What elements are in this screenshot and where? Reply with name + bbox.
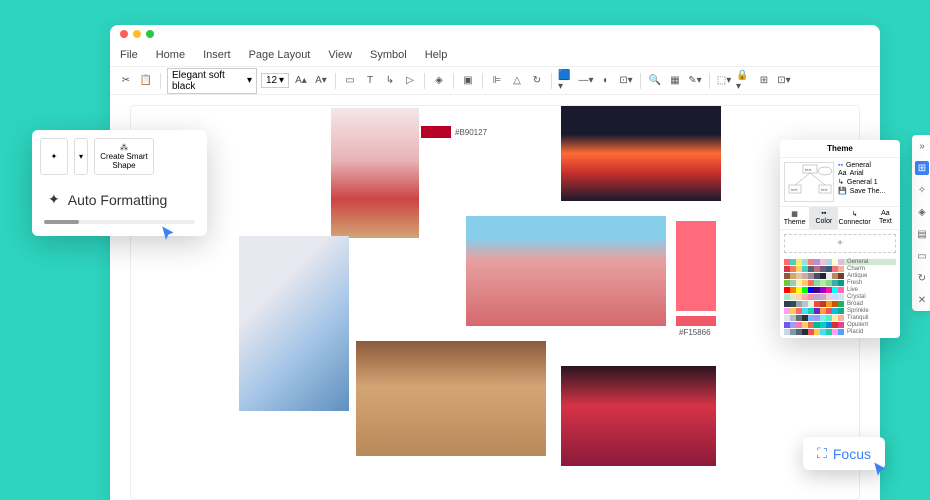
min-dot[interactable]: [133, 30, 141, 38]
align-icon[interactable]: ⊫: [489, 73, 505, 89]
create-smart-shape-button[interactable]: ⁂Create Smart Shape: [94, 138, 154, 175]
outline-icon[interactable]: ▭: [915, 249, 929, 263]
expand-icon[interactable]: »: [915, 139, 929, 153]
font-select[interactable]: Elegant soft black▾: [167, 68, 257, 94]
palette-fresh[interactable]: Fresh: [784, 280, 896, 286]
shuffle-icon[interactable]: ✕: [915, 293, 929, 307]
copy-icon[interactable]: 📋: [138, 73, 154, 89]
side-toolbar: » ⊞ ✧ ◈ ▤ ▭ ↻ ✕: [912, 135, 930, 311]
palette-antique[interactable]: Antique: [784, 273, 896, 279]
svg-text:text: text: [791, 187, 798, 192]
palette-crystal[interactable]: Crystal: [784, 294, 896, 300]
cursor-icon: [160, 225, 178, 248]
menu-symbol[interactable]: Symbol: [370, 49, 407, 61]
menu-view[interactable]: View: [328, 49, 352, 61]
svg-text:text: text: [821, 187, 828, 192]
page-icon[interactable]: ▤: [915, 227, 929, 241]
app-window: File Home Insert Page Layout View Symbol…: [110, 25, 880, 500]
line-icon[interactable]: —▾: [578, 73, 594, 89]
text-tool-icon[interactable]: T: [362, 73, 378, 89]
toolbar: ✂ 📋 Elegant soft black▾ 12▾ A▴ A▾ ▭ T ↳ …: [110, 67, 880, 95]
svg-text:text: text: [805, 167, 812, 172]
pen-icon[interactable]: ✎▾: [687, 73, 703, 89]
canvas-image[interactable]: [331, 108, 419, 238]
theme-opt-save[interactable]: 💾Save The...: [838, 187, 896, 195]
focus-label: Focus: [833, 446, 871, 462]
dropdown-button[interactable]: ▾: [74, 138, 88, 175]
tab-color[interactable]: ▪▪Color: [809, 207, 838, 229]
palette-charm[interactable]: Charm: [784, 266, 896, 272]
color-swatch-label: #F15866: [679, 328, 711, 337]
menu-file[interactable]: File: [120, 49, 138, 61]
layers2-icon[interactable]: ◈: [915, 205, 929, 219]
format-slider[interactable]: [44, 220, 195, 224]
layers-icon[interactable]: ◈: [431, 73, 447, 89]
theme-opt-general[interactable]: ▪▪General: [838, 162, 896, 169]
palette-broad[interactable]: Broad: [784, 301, 896, 307]
tab-theme[interactable]: ▦Theme: [780, 207, 809, 229]
theme-opt-general1[interactable]: ↳General 1: [838, 178, 896, 186]
format-popup: ✦ ▾ ⁂Create Smart Shape ✦ Auto Formattin…: [32, 130, 207, 236]
palette-tranquil[interactable]: Tranquil: [784, 315, 896, 321]
lock-icon[interactable]: 🔒▾: [736, 73, 752, 89]
focus-icon: ⛶: [817, 445, 827, 462]
tab-text[interactable]: AaText: [871, 207, 900, 229]
palette-list: GeneralCharmAntiqueFreshLiveCrystalBroad…: [780, 257, 900, 338]
sparkle-icon: ✦: [48, 191, 60, 208]
fit-icon[interactable]: ▦: [667, 73, 683, 89]
brush-icon[interactable]: ✧: [915, 183, 929, 197]
canvas-image[interactable]: [561, 106, 721, 201]
theme-panel: Theme text text text ▪▪General AaArial ↳Ge…: [780, 140, 900, 338]
palette-live[interactable]: Live: [784, 287, 896, 293]
opacity-icon[interactable]: ◐: [598, 73, 614, 89]
flip-icon[interactable]: △: [509, 73, 525, 89]
auto-format-label: Auto Formatting: [68, 192, 168, 208]
size-select[interactable]: 12▾: [261, 73, 289, 88]
cursor-icon: [872, 461, 890, 484]
palette-placid[interactable]: Placid: [784, 329, 896, 335]
menu-insert[interactable]: Insert: [203, 49, 231, 61]
zoom-icon[interactable]: 🔍: [647, 73, 663, 89]
max-dot[interactable]: [146, 30, 154, 38]
grid-icon[interactable]: ⊞: [915, 161, 929, 175]
palette-opulent[interactable]: Opulent: [784, 322, 896, 328]
canvas-image[interactable]: [356, 341, 546, 456]
crop-icon[interactable]: ⊡▾: [618, 73, 634, 89]
connector-icon[interactable]: ↳: [382, 73, 398, 89]
color-swatch[interactable]: #B90127: [421, 126, 487, 138]
rect-tool-icon[interactable]: ▭: [342, 73, 358, 89]
canvas[interactable]: #B90127 #F15866: [130, 105, 860, 500]
auto-format-row[interactable]: ✦ Auto Formatting: [40, 183, 199, 216]
cut-icon[interactable]: ✂: [118, 73, 134, 89]
titlebar: [110, 25, 880, 43]
palette-sprinkle[interactable]: Sprinkle: [784, 308, 896, 314]
image-icon[interactable]: ▣: [460, 73, 476, 89]
pointer-icon[interactable]: ▷: [402, 73, 418, 89]
palette-general[interactable]: General: [784, 259, 896, 265]
sparkle-button[interactable]: ✦: [40, 138, 68, 175]
theme-opt-arial[interactable]: AaArial: [838, 170, 896, 177]
close-dot[interactable]: [120, 30, 128, 38]
more-icon[interactable]: ⊡▾: [776, 73, 792, 89]
size-up-icon[interactable]: A▴: [293, 73, 309, 89]
canvas-image[interactable]: [239, 236, 349, 411]
style-icon[interactable]: ⬚▾: [716, 73, 732, 89]
add-palette-button[interactable]: +: [784, 234, 896, 253]
canvas-image[interactable]: [561, 366, 716, 466]
group-icon[interactable]: ⊞: [756, 73, 772, 89]
rotate-icon[interactable]: ↻: [529, 73, 545, 89]
canvas-image[interactable]: [466, 216, 666, 326]
menu-help[interactable]: Help: [425, 49, 448, 61]
tab-connector[interactable]: ↳Connector: [838, 207, 870, 229]
history-icon[interactable]: ↻: [915, 271, 929, 285]
canvas-image[interactable]: [676, 221, 716, 311]
theme-preview[interactable]: text text text: [784, 162, 834, 202]
menu-page-layout[interactable]: Page Layout: [249, 49, 311, 61]
menubar: File Home Insert Page Layout View Symbol…: [110, 43, 880, 67]
menu-home[interactable]: Home: [156, 49, 185, 61]
color-swatch[interactable]: [676, 316, 716, 326]
theme-title: Theme: [780, 140, 900, 158]
size-down-icon[interactable]: A▾: [313, 73, 329, 89]
fill-icon[interactable]: 🟦▾: [558, 73, 574, 89]
